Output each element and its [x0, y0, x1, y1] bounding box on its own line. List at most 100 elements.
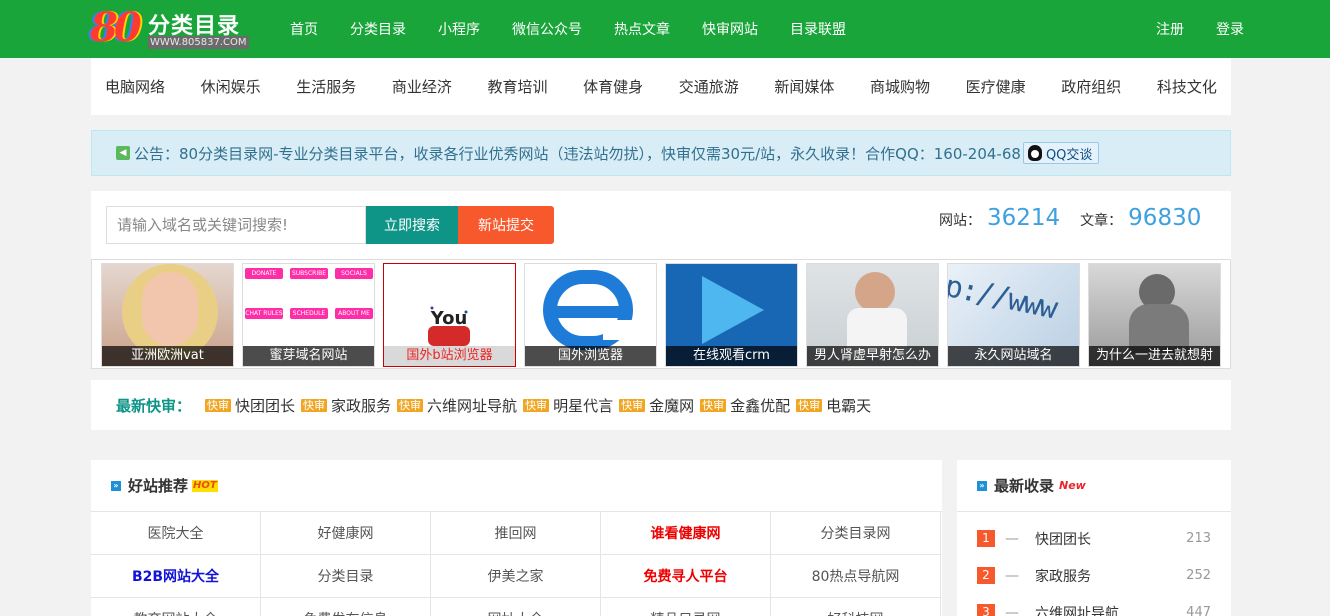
- category-link[interactable]: 交通旅游: [679, 76, 739, 97]
- site-name: 六维网址导航: [1035, 605, 1119, 616]
- sites-label: 网站：: [939, 213, 981, 229]
- category-link[interactable]: 商业经济: [392, 76, 452, 97]
- search-button[interactable]: 立即搜索: [366, 206, 458, 244]
- category-link[interactable]: 休闲娱乐: [201, 76, 261, 97]
- site-link[interactable]: 推回网: [431, 512, 601, 555]
- thumbnail-caption: 为什么一进去就想射: [1089, 346, 1220, 366]
- category-link[interactable]: 科技文化: [1157, 76, 1217, 97]
- list-item[interactable]: 2 — 家政服务 252: [957, 557, 1231, 594]
- site-link[interactable]: 医院大全: [91, 512, 261, 555]
- panel-title: 好站推荐: [128, 477, 189, 495]
- double-chevron-icon: »: [111, 480, 121, 491]
- site-link[interactable]: 好健康网: [261, 512, 431, 555]
- site-link[interactable]: 教育网站大全: [91, 598, 261, 616]
- announcement-text: 公告：80分类目录网-专业分类目录平台，收录各行业优秀网站（违法站勿扰），快审仅…: [134, 144, 1021, 163]
- thumbnail-card[interactable]: p://www 永久网站域名: [947, 263, 1080, 367]
- latest-item[interactable]: 电霸天: [826, 395, 871, 416]
- category-link[interactable]: 商城购物: [870, 76, 930, 97]
- site-link[interactable]: 伊美之家: [431, 555, 601, 598]
- latest-item[interactable]: 家政服务: [331, 395, 391, 416]
- site-link[interactable]: 网址大全: [431, 598, 601, 616]
- latest-item[interactable]: 六维网址导航: [427, 395, 517, 416]
- nav-hot-articles[interactable]: 热点文章: [614, 19, 670, 39]
- category-link[interactable]: 教育培训: [488, 76, 548, 97]
- thumbnail-card[interactable]: 亚洲欧洲vat: [101, 263, 234, 367]
- thumbnail-card[interactable]: 国外浏览器: [524, 263, 657, 367]
- category-link[interactable]: 新闻媒体: [774, 76, 834, 97]
- site-logo[interactable]: 80 分类目录 WWW.805837.COM: [90, 5, 250, 51]
- nav-home[interactable]: 首页: [290, 19, 318, 39]
- thumbnail-card[interactable]: You 国外b站浏览器: [383, 263, 516, 367]
- new-tag: New: [1059, 479, 1086, 492]
- hot-tag: HOT: [192, 479, 218, 492]
- url-text-image: p://www: [947, 268, 1059, 327]
- thumbnail-card[interactable]: DONATE SUBSCRIBE SOCIALS CHAT RULES SCHE…: [242, 263, 375, 367]
- site-link[interactable]: 80热点导航网: [771, 555, 941, 598]
- category-link[interactable]: 生活服务: [296, 76, 356, 97]
- site-link[interactable]: B2B网站大全: [91, 555, 261, 598]
- svg-text:You: You: [430, 308, 468, 329]
- site-link[interactable]: 分类目录网: [771, 512, 941, 555]
- separator: —: [1005, 567, 1019, 584]
- nav-mini-program[interactable]: 小程序: [438, 19, 480, 39]
- site-link[interactable]: 免费寻人平台: [601, 555, 771, 598]
- site-link[interactable]: 免费发布信息: [261, 598, 431, 616]
- site-link[interactable]: 谁看健康网: [601, 512, 771, 555]
- separator: —: [1005, 530, 1019, 547]
- good-sites-panel: » 好站推荐 HOT 医院大全 好健康网 推回网 谁看健康网 分类目录网 B2B…: [91, 460, 942, 616]
- main-nav: 首页 分类目录 小程序 微信公众号 热点文章 快审网站 目录联盟: [290, 0, 878, 58]
- latest-label: 最新快审：: [116, 396, 192, 415]
- submit-site-button[interactable]: 新站提交: [458, 206, 554, 244]
- thumbnail-card[interactable]: 男人肾虚早射怎么办: [806, 263, 939, 367]
- fast-review-badge: 快审: [301, 398, 328, 412]
- category-link[interactable]: 体育健身: [583, 76, 643, 97]
- articles-count: 96830: [1128, 205, 1202, 231]
- category-link[interactable]: 医疗健康: [966, 76, 1026, 97]
- latest-item[interactable]: 快团团长: [235, 395, 295, 416]
- site-link[interactable]: 精品目录网: [601, 598, 771, 616]
- thumbnail-caption: 国外b站浏览器: [384, 346, 515, 366]
- speaker-icon: ◀: [116, 146, 130, 160]
- rank-badge: 1: [977, 530, 995, 547]
- newest-list: 1 — 快团团长 213 2 — 家政服务 252 3 — 六维网址导航 447: [957, 512, 1231, 616]
- qq-chat-button[interactable]: QQ交谈: [1022, 142, 1100, 164]
- nav-wechat[interactable]: 微信公众号: [512, 19, 582, 39]
- fast-review-badge: 快审: [205, 398, 232, 412]
- separator: —: [1005, 604, 1019, 616]
- latest-item[interactable]: 明星代言: [553, 395, 613, 416]
- announcement-bar: ◀ 公告：80分类目录网-专业分类目录平台，收录各行业优秀网站（违法站勿扰），快…: [91, 130, 1231, 176]
- thumbnail-pill: SOCIALS: [335, 268, 373, 279]
- fast-review-badge: 快审: [397, 398, 424, 412]
- latest-item[interactable]: 金魔网: [649, 395, 694, 416]
- search-input[interactable]: [106, 206, 366, 244]
- nav-directory[interactable]: 分类目录: [350, 19, 406, 39]
- list-item[interactable]: 3 — 六维网址导航 447: [957, 594, 1231, 616]
- nav-alliance[interactable]: 目录联盟: [790, 19, 846, 39]
- double-chevron-icon: »: [977, 480, 987, 491]
- thumbnail-caption: 在线观看crm: [666, 346, 797, 366]
- category-link[interactable]: 电脑网络: [105, 76, 165, 97]
- thumbnail-card[interactable]: 为什么一进去就想射: [1088, 263, 1221, 367]
- thumbnail-pill: SCHEDULE: [290, 308, 328, 319]
- thumbnail-pill: SUBSCRIBE: [290, 268, 328, 279]
- panel-title: 最新收录: [994, 477, 1055, 495]
- edge-browser-icon-bar: [557, 306, 631, 318]
- nav-fast-review[interactable]: 快审网站: [702, 19, 758, 39]
- category-link[interactable]: 政府组织: [1061, 76, 1121, 97]
- newest-panel: » 最新收录 New 1 — 快团团长 213 2 — 家政服务 252 3 —…: [957, 460, 1231, 616]
- login-link[interactable]: 登录: [1216, 19, 1244, 39]
- thumbnail-caption: 蜜芽域名网站: [243, 346, 374, 366]
- register-link[interactable]: 注册: [1156, 19, 1184, 39]
- site-stats: 网站： 36214 文章： 96830: [939, 205, 1221, 231]
- list-item[interactable]: 1 — 快团团长 213: [957, 520, 1231, 557]
- thumbnail-card[interactable]: 在线观看crm: [665, 263, 798, 367]
- latest-item[interactable]: 金鑫优配: [730, 395, 790, 416]
- search-panel: 立即搜索 新站提交 网站： 36214 文章： 96830: [91, 191, 1231, 259]
- rank-badge: 3: [977, 604, 995, 616]
- account-links: 注册 登录: [1124, 0, 1244, 58]
- category-bar: 电脑网络 休闲娱乐 生活服务 商业经济 教育培训 体育健身 交通旅游 新闻媒体 …: [91, 58, 1231, 115]
- site-link[interactable]: 分类目录: [261, 555, 431, 598]
- thumbnail-caption: 男人肾虚早射怎么办: [807, 346, 938, 366]
- site-link[interactable]: 好科技网: [771, 598, 941, 616]
- view-count: 447: [1186, 605, 1211, 616]
